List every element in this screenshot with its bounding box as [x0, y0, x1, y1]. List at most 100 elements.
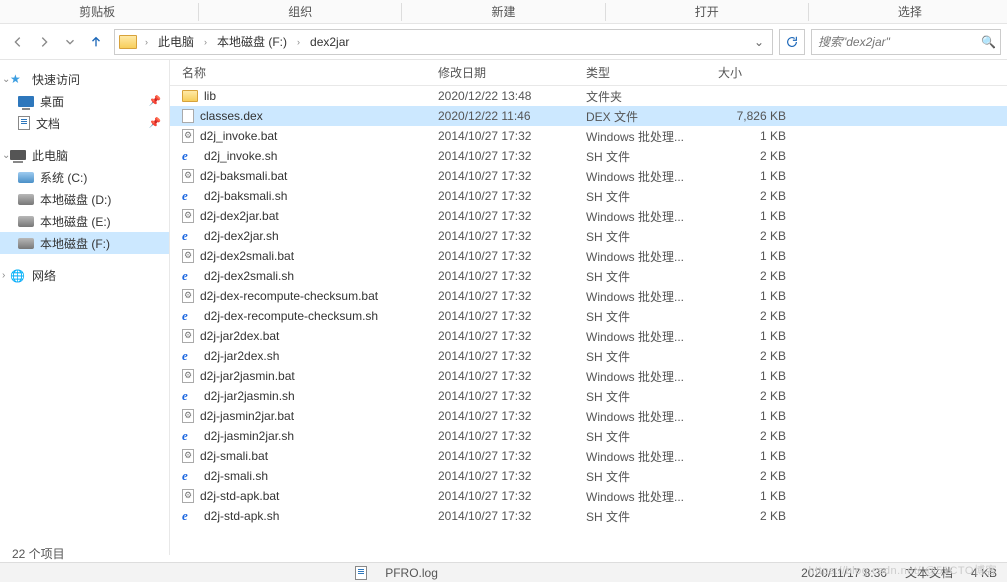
file-icon	[182, 90, 198, 102]
file-size: 1 KB	[710, 409, 798, 423]
column-size[interactable]: 大小	[710, 60, 798, 85]
sidebar-item-drive[interactable]: 本地磁盘 (D:)	[0, 188, 169, 210]
sidebar-item-drive[interactable]: 本地磁盘 (F:)	[0, 232, 169, 254]
file-date: 2014/10/27 17:32	[430, 169, 578, 183]
search-input[interactable]	[818, 35, 975, 49]
file-row[interactable]: d2j-std-apk.bat2014/10/27 17:32Windows 批…	[170, 486, 1007, 506]
file-view: 名称 修改日期 类型 大小 lib2020/12/22 13:48文件夹clas…	[170, 60, 1007, 555]
item-label: 系统 (C:)	[40, 169, 87, 186]
file-type: SH 文件	[578, 348, 710, 365]
file-row[interactable]: lib2020/12/22 13:48文件夹	[170, 86, 1007, 106]
file-row[interactable]: d2j-jasmin2jar.sh2014/10/27 17:32SH 文件2 …	[170, 426, 1007, 446]
file-type: SH 文件	[578, 428, 710, 445]
file-name: d2j-baksmali.bat	[200, 169, 287, 183]
file-row[interactable]: d2j-baksmali.sh2014/10/27 17:32SH 文件2 KB	[170, 186, 1007, 206]
file-row[interactable]: d2j-jar2dex.sh2014/10/27 17:32SH 文件2 KB	[170, 346, 1007, 366]
file-size: 2 KB	[710, 309, 798, 323]
file-row[interactable]: d2j-jar2dex.bat2014/10/27 17:32Windows 批…	[170, 326, 1007, 346]
recent-dropdown[interactable]	[58, 30, 82, 54]
file-row[interactable]: d2j-dex2jar.sh2014/10/27 17:32SH 文件2 KB	[170, 226, 1007, 246]
file-date: 2014/10/27 17:32	[430, 249, 578, 263]
crumb-dex2jar[interactable]: dex2jar	[306, 33, 353, 51]
sidebar-label: 此电脑	[32, 147, 68, 164]
file-row[interactable]: d2j-std-apk.sh2014/10/27 17:32SH 文件2 KB	[170, 506, 1007, 526]
bottom-type: 文本文档	[905, 564, 953, 581]
file-date: 2014/10/27 17:32	[430, 289, 578, 303]
search-box[interactable]: 🔍	[811, 29, 1001, 55]
file-name: d2j_invoke.sh	[204, 149, 277, 163]
sidebar-item-drive[interactable]: 本地磁盘 (E:)	[0, 210, 169, 232]
sidebar-item[interactable]: 文档 📌	[0, 112, 169, 134]
sidebar-quick-access[interactable]: ⌄ 快速访问	[0, 68, 169, 90]
file-name: d2j-dex2jar.sh	[204, 229, 279, 243]
file-icon	[182, 109, 194, 123]
file-icon	[182, 429, 198, 443]
ribbon-group-organize[interactable]: 组织	[203, 3, 397, 20]
file-type: Windows 批处理...	[578, 448, 710, 465]
file-row[interactable]: d2j-dex2smali.sh2014/10/27 17:32SH 文件2 K…	[170, 266, 1007, 286]
sidebar-network[interactable]: › 网络	[0, 264, 169, 286]
file-icon	[182, 229, 198, 243]
back-button[interactable]	[6, 30, 30, 54]
chevron-down-icon[interactable]: ⌄	[2, 74, 10, 85]
file-row[interactable]: d2j-jar2jasmin.bat2014/10/27 17:32Window…	[170, 366, 1007, 386]
file-date: 2020/12/22 11:46	[430, 109, 578, 123]
column-name[interactable]: 名称	[170, 60, 430, 85]
sidebar-label: 快速访问	[32, 71, 80, 88]
crumb-this-pc[interactable]: 此电脑	[154, 31, 198, 52]
column-date[interactable]: 修改日期	[430, 60, 578, 85]
crumb-drive-f[interactable]: 本地磁盘 (F:)	[213, 31, 291, 52]
pin-icon: 📌	[149, 118, 161, 129]
file-icon	[182, 469, 198, 483]
refresh-button[interactable]	[779, 29, 805, 55]
file-row[interactable]: d2j_invoke.sh2014/10/27 17:32SH 文件2 KB	[170, 146, 1007, 166]
address-dropdown[interactable]: ⌄	[750, 35, 768, 49]
file-date: 2014/10/27 17:32	[430, 409, 578, 423]
file-size: 2 KB	[710, 189, 798, 203]
ribbon-groups: 剪贴板 组织 新建 打开 选择	[0, 0, 1007, 24]
file-row[interactable]: d2j-jar2jasmin.sh2014/10/27 17:32SH 文件2 …	[170, 386, 1007, 406]
file-type: Windows 批处理...	[578, 408, 710, 425]
file-row[interactable]: d2j_invoke.bat2014/10/27 17:32Windows 批处…	[170, 126, 1007, 146]
file-row[interactable]: d2j-dex-recompute-checksum.bat2014/10/27…	[170, 286, 1007, 306]
file-date: 2014/10/27 17:32	[430, 149, 578, 163]
file-row[interactable]: d2j-dex2jar.bat2014/10/27 17:32Windows 批…	[170, 206, 1007, 226]
file-type: Windows 批处理...	[578, 488, 710, 505]
file-row[interactable]: d2j-smali.bat2014/10/27 17:32Windows 批处理…	[170, 446, 1007, 466]
file-row[interactable]: d2j-dex-recompute-checksum.sh2014/10/27 …	[170, 306, 1007, 326]
up-button[interactable]	[84, 30, 108, 54]
chevron-right-icon[interactable]: ›	[141, 37, 152, 47]
chevron-right-icon[interactable]: ›	[2, 270, 5, 281]
file-list[interactable]: lib2020/12/22 13:48文件夹classes.dex2020/12…	[170, 86, 1007, 555]
file-row[interactable]: d2j-smali.sh2014/10/27 17:32SH 文件2 KB	[170, 466, 1007, 486]
item-label: 文档	[36, 115, 60, 132]
file-type: Windows 批处理...	[578, 288, 710, 305]
file-icon	[182, 189, 198, 203]
disk-icon	[18, 238, 34, 249]
chevron-right-icon[interactable]: ›	[200, 37, 211, 47]
search-icon[interactable]: 🔍	[981, 35, 996, 49]
column-type[interactable]: 类型	[578, 60, 710, 85]
file-name: d2j-jar2jasmin.sh	[204, 389, 295, 403]
file-row[interactable]: d2j-dex2smali.bat2014/10/27 17:32Windows…	[170, 246, 1007, 266]
chevron-right-icon[interactable]: ›	[293, 37, 304, 47]
file-size: 1 KB	[710, 249, 798, 263]
forward-button[interactable]	[32, 30, 56, 54]
sidebar-item[interactable]: 桌面📌	[0, 90, 169, 112]
folder-icon	[119, 35, 137, 49]
file-row[interactable]: d2j-baksmali.bat2014/10/27 17:32Windows …	[170, 166, 1007, 186]
ribbon-group-new[interactable]: 新建	[406, 3, 600, 20]
ribbon-group-select[interactable]: 选择	[813, 3, 1007, 20]
file-row[interactable]: d2j-jasmin2jar.bat2014/10/27 17:32Window…	[170, 406, 1007, 426]
sidebar-item-drive[interactable]: 系统 (C:)	[0, 166, 169, 188]
file-row[interactable]: classes.dex2020/12/22 11:46DEX 文件7,826 K…	[170, 106, 1007, 126]
ribbon-group-clipboard[interactable]: 剪贴板	[0, 3, 194, 20]
sidebar-this-pc[interactable]: ⌄ 此电脑	[0, 144, 169, 166]
breadcrumb-bar[interactable]: › 此电脑 › 本地磁盘 (F:) › dex2jar ⌄	[114, 29, 773, 55]
file-type: SH 文件	[578, 308, 710, 325]
file-name: d2j-jar2dex.sh	[204, 349, 279, 363]
file-name: d2j-smali.bat	[200, 449, 268, 463]
file-icon	[182, 349, 198, 363]
ribbon-group-open[interactable]: 打开	[610, 3, 804, 20]
file-type: SH 文件	[578, 268, 710, 285]
